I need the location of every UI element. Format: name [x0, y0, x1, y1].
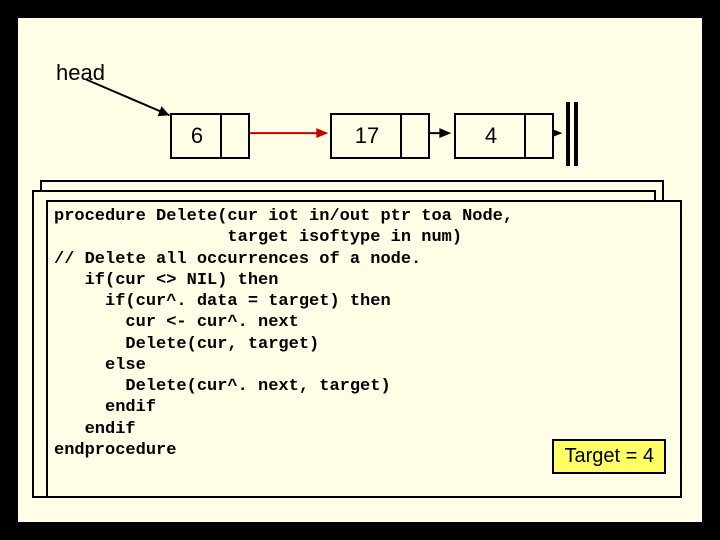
- list-node-1: 6: [170, 113, 250, 159]
- node-pointer-box: [524, 115, 552, 157]
- list-node-3: 4: [454, 113, 554, 159]
- node-value: 6: [172, 115, 222, 157]
- target-badge: Target = 4: [552, 439, 666, 474]
- head-label: head: [56, 60, 105, 86]
- node-value: 4: [456, 115, 526, 157]
- code-box: procedure Delete(cur iot in/out ptr toa …: [46, 200, 682, 498]
- code-text: procedure Delete(cur iot in/out ptr toa …: [48, 202, 680, 465]
- nil-terminator-bar: [574, 102, 578, 166]
- node-pointer-box: [400, 115, 428, 157]
- nil-terminator-bar: [566, 102, 570, 166]
- node-pointer-box: [220, 115, 248, 157]
- list-node-2: 17: [330, 113, 430, 159]
- diagram-frame: head 6 17 4 procedure Delete(cur iot in/…: [14, 14, 706, 526]
- node-value: 17: [332, 115, 402, 157]
